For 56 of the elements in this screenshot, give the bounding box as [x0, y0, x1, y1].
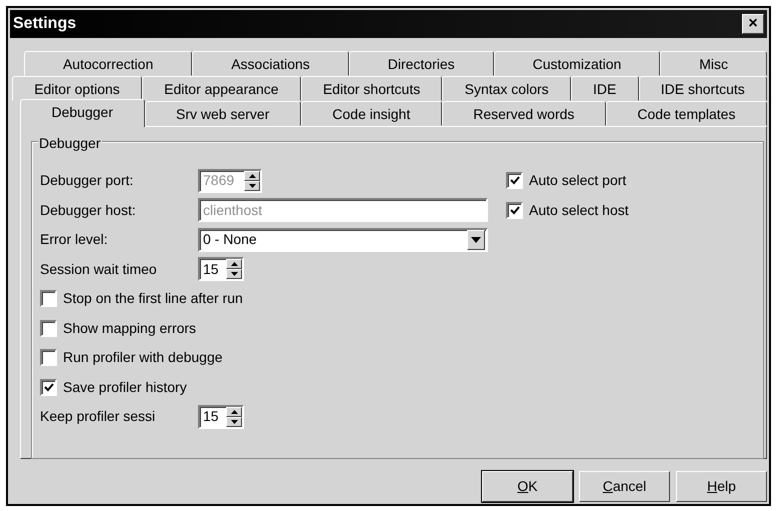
dialog-button[interactable]: OK	[482, 471, 573, 502]
checkbox-label: Show mapping errors	[63, 318, 196, 338]
close-button[interactable]: ×	[742, 14, 764, 34]
tab[interactable]: Code insight	[300, 101, 442, 126]
up-triangle-icon	[230, 410, 238, 414]
up-triangle-icon	[230, 262, 238, 266]
tab[interactable]: Srv web server	[144, 101, 301, 126]
checkbox[interactable]	[506, 202, 523, 219]
tab[interactable]: Editor appearance	[142, 76, 301, 101]
field-label: Session wait timeo	[40, 260, 158, 279]
down-triangle-icon	[230, 272, 238, 276]
tab[interactable]: Syntax colors	[442, 76, 571, 101]
up-triangle-icon	[248, 174, 256, 178]
checkmark-icon	[510, 176, 520, 186]
checkbox-label: Stop on the first line after run	[63, 289, 243, 308]
window-title: Settings	[13, 14, 76, 34]
down-triangle-icon	[230, 420, 238, 424]
dialog-button[interactable]: Help	[676, 471, 767, 502]
checkbox-label: Save profiler history	[63, 378, 187, 397]
tab[interactable]: Customization	[494, 51, 660, 76]
checkbox-label: Run profiler with debugge	[63, 348, 223, 368]
down-triangle-icon	[471, 236, 481, 243]
spin-up-button[interactable]	[226, 406, 242, 417]
tab[interactable]: Reserved words	[442, 101, 606, 126]
checkbox-label: Auto select port	[529, 171, 626, 190]
spin-down-button[interactable]	[226, 269, 242, 280]
checkbox[interactable]	[506, 172, 523, 190]
tab[interactable]: IDE	[570, 76, 639, 101]
tab[interactable]: Editor shortcuts	[300, 76, 442, 101]
dialog-button[interactable]: Cancel	[579, 471, 670, 502]
tab[interactable]: Associations	[192, 51, 349, 76]
tab[interactable]: Code templates	[606, 101, 767, 126]
checkmark-icon	[44, 382, 54, 392]
field-label: Error level:	[40, 230, 109, 250]
down-triangle-icon	[248, 184, 256, 188]
checkmark-icon	[510, 206, 520, 215]
field-label: Debugger port:	[40, 171, 134, 190]
checkbox[interactable]	[40, 378, 57, 396]
checkbox[interactable]	[40, 320, 57, 337]
tab[interactable]: Editor options	[12, 76, 142, 101]
tab[interactable]: Debugger	[20, 99, 145, 127]
tab[interactable]: IDE shortcuts	[638, 76, 767, 101]
dropdown-button[interactable]	[467, 230, 485, 250]
tab[interactable]: Directories	[348, 51, 494, 76]
tab[interactable]: Autocorrection	[24, 51, 192, 76]
checkbox-label: Auto select host	[529, 200, 629, 220]
dropdown[interactable]: 0 - None	[198, 228, 488, 252]
spin-field[interactable]: 15	[198, 257, 244, 282]
spin-down-button[interactable]	[226, 416, 242, 427]
tab[interactable]: Misc	[660, 51, 768, 76]
checkbox[interactable]	[40, 290, 57, 308]
checkbox[interactable]	[40, 349, 57, 366]
field-label: Keep profiler sessi	[40, 407, 156, 426]
spin-up-button[interactable]	[226, 259, 242, 270]
field-label: Debugger host:	[40, 200, 137, 220]
spin-field[interactable]: 15	[198, 404, 244, 429]
